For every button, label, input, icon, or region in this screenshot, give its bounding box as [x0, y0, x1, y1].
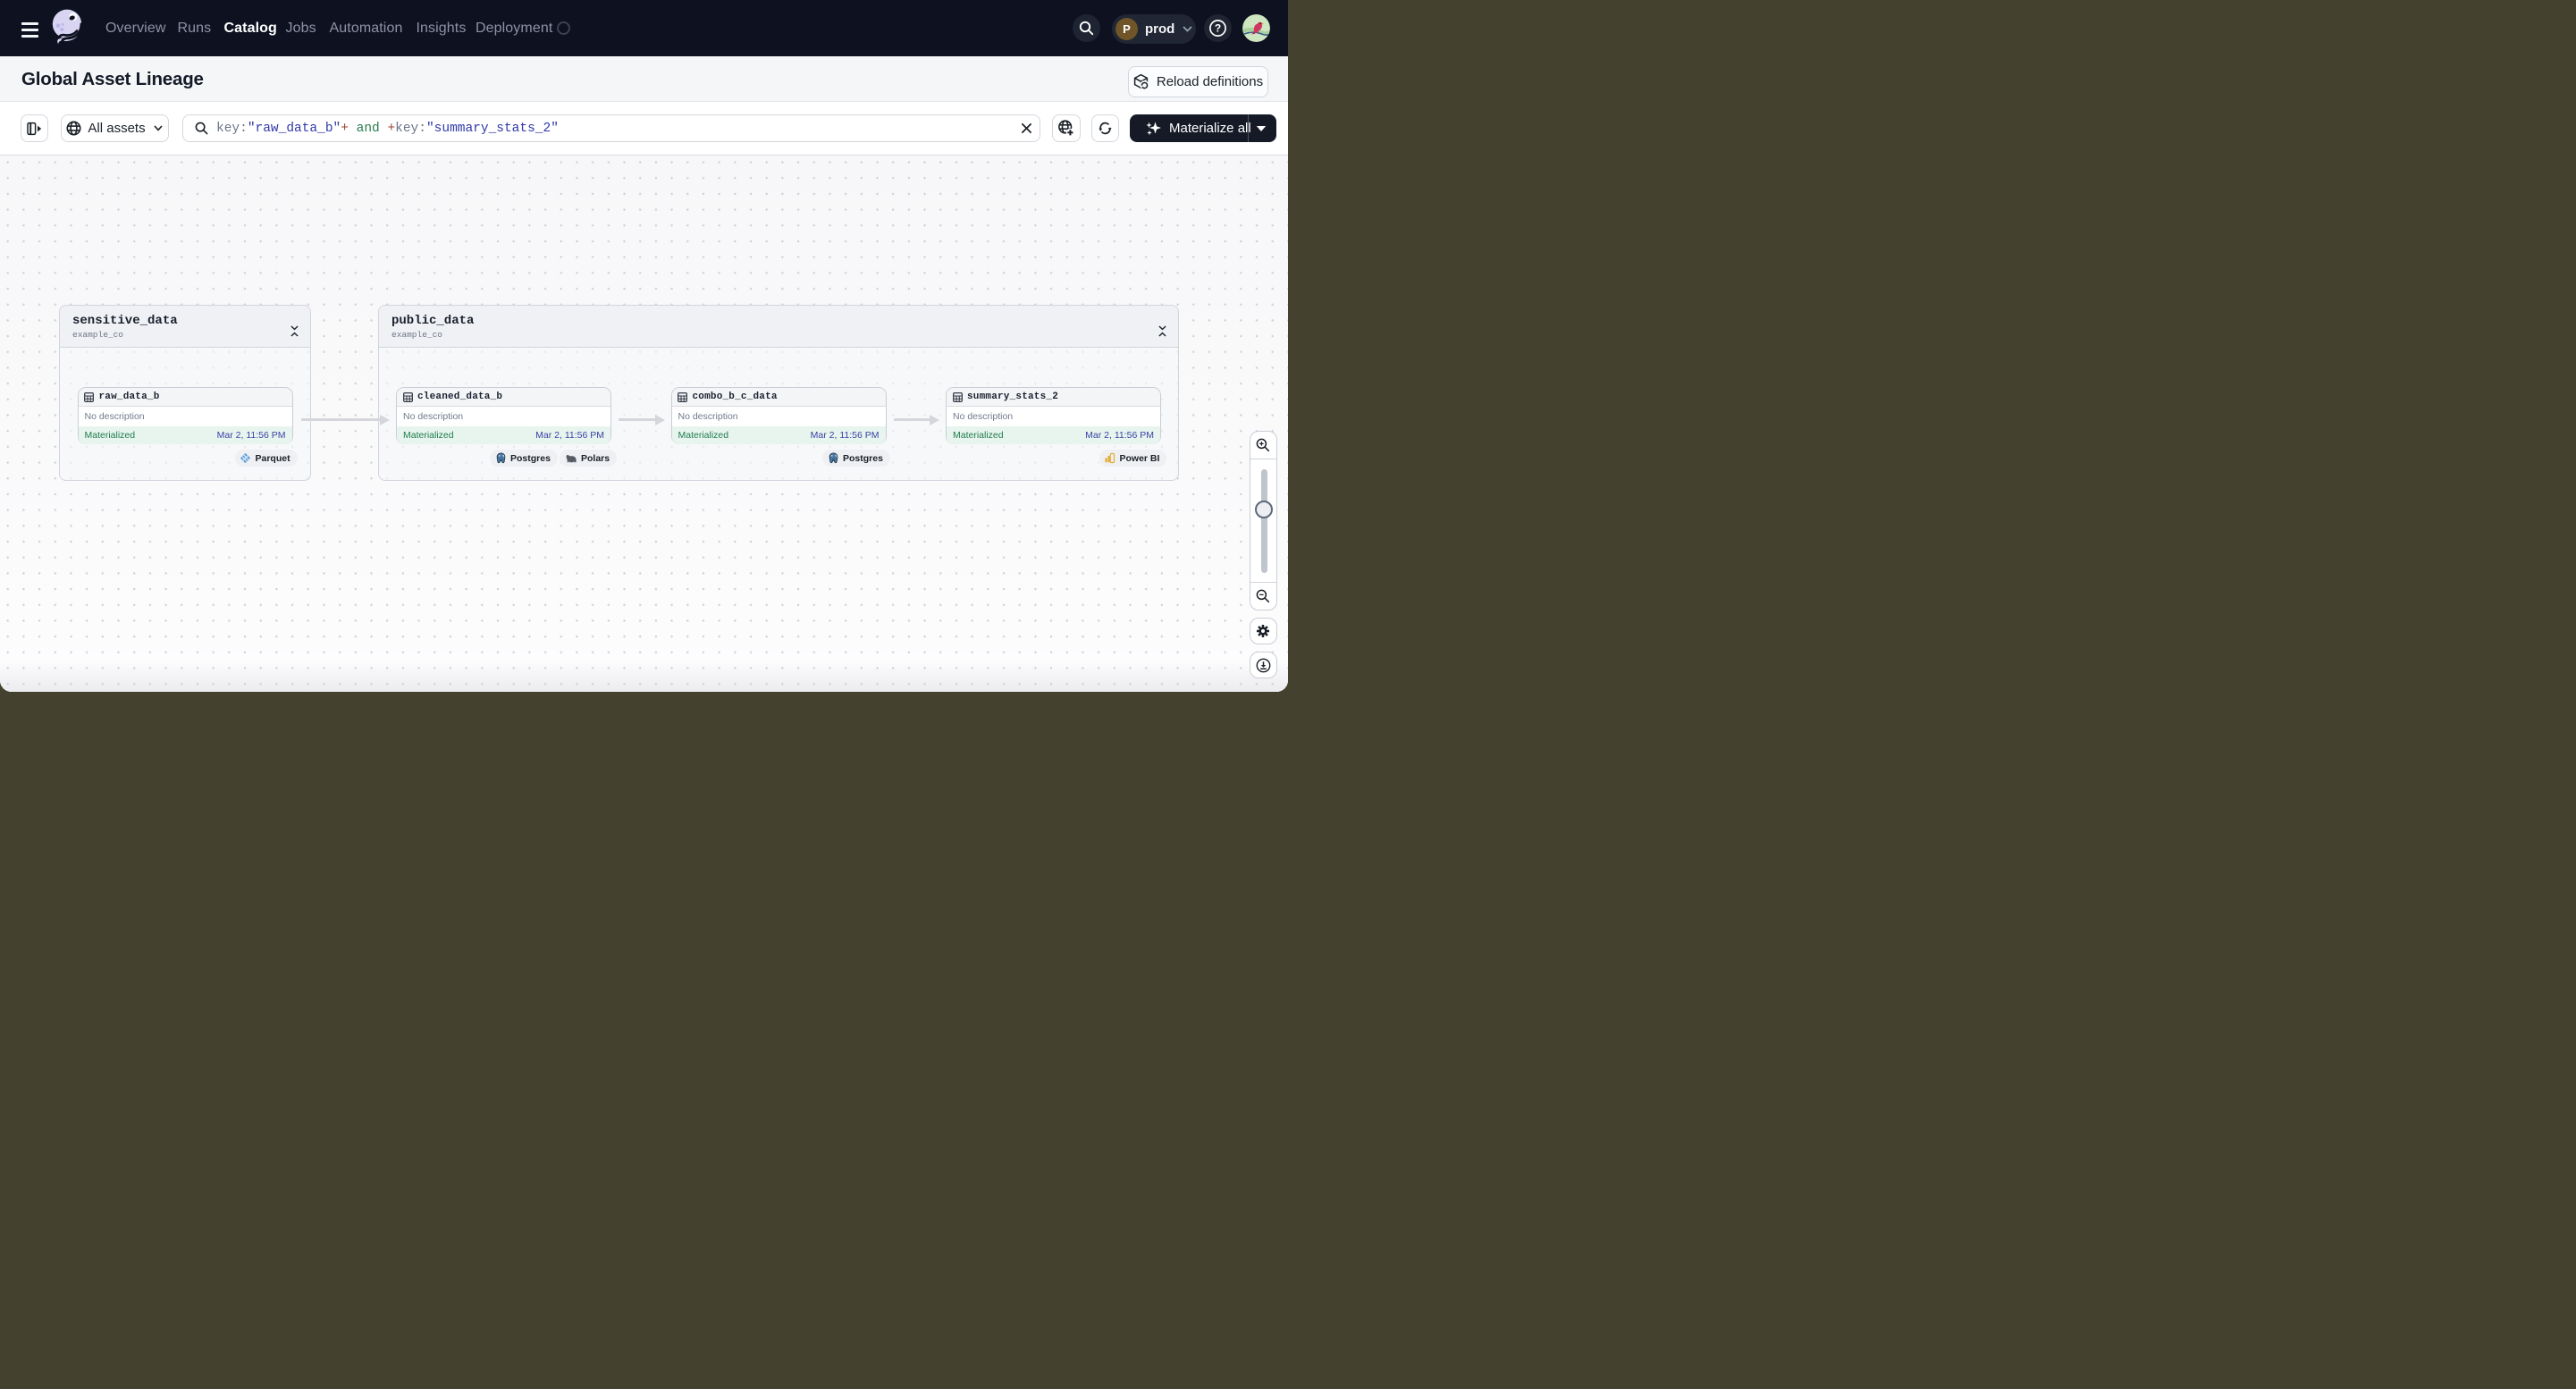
svg-text:?: ? [1214, 22, 1220, 35]
